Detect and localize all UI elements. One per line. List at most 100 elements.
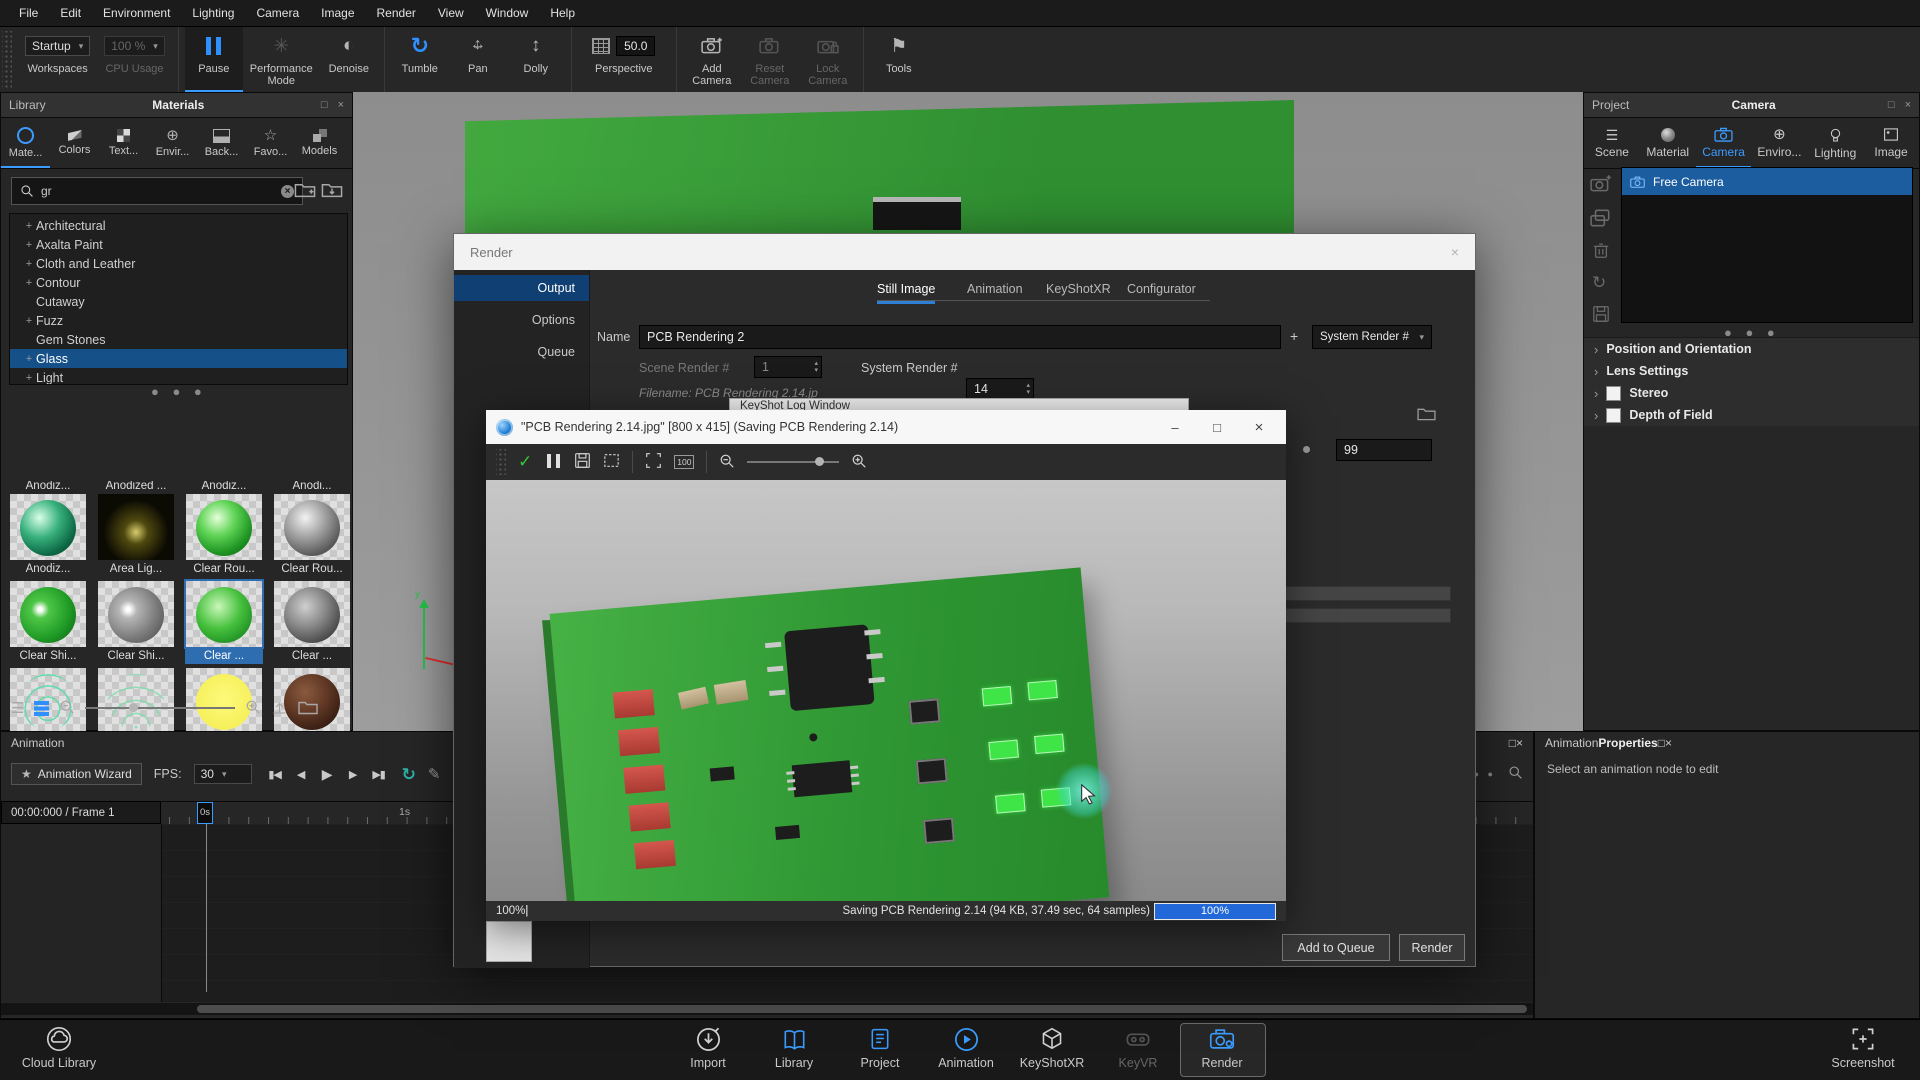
workspaces-control[interactable]: Startup▾ Workspaces bbox=[18, 27, 97, 92]
browse-folder-icon[interactable] bbox=[1417, 406, 1436, 424]
perspective-control[interactable]: 50.0 Perspective bbox=[578, 27, 670, 92]
tab-favorites[interactable]: ☆Favo... bbox=[246, 118, 295, 168]
scrollbar-thumb[interactable] bbox=[197, 1005, 1527, 1013]
material-item[interactable]: Clear Shi... bbox=[97, 581, 175, 664]
material-item[interactable]: Anodiz... bbox=[9, 494, 87, 577]
play-button[interactable]: ▶ bbox=[316, 764, 338, 784]
tab-textures[interactable]: Text... bbox=[99, 118, 148, 168]
menu-help[interactable]: Help bbox=[539, 6, 586, 20]
fit-view-icon[interactable] bbox=[645, 452, 662, 472]
clear-search-icon[interactable]: × bbox=[281, 185, 294, 198]
name-token-select[interactable]: System Render #▾ bbox=[1312, 325, 1432, 349]
tab-lighting[interactable]: Lighting bbox=[1807, 118, 1863, 168]
search-input[interactable]: gr × bbox=[11, 177, 303, 205]
render-dialog-titlebar[interactable]: Render × bbox=[454, 234, 1475, 270]
cpu-usage-control[interactable]: 100 %▾ CPU Usage bbox=[97, 27, 172, 92]
timeline-zoom-icon[interactable] bbox=[1508, 765, 1523, 783]
tree-item-glass[interactable]: +Glass bbox=[10, 349, 347, 368]
tab-keyshotxr[interactable]: KeyShotXR bbox=[1046, 279, 1111, 301]
lock-camera-button[interactable]: Lock Camera bbox=[799, 27, 857, 92]
thumbnail-size-slider[interactable] bbox=[85, 707, 235, 709]
menu-file[interactable]: File bbox=[8, 6, 49, 20]
zoom-out-icon[interactable] bbox=[719, 453, 735, 472]
dock-project[interactable]: Project bbox=[837, 1025, 923, 1070]
close-panel-icon[interactable]: × bbox=[1905, 99, 1911, 111]
folder-icon[interactable] bbox=[298, 699, 318, 718]
save-icon[interactable] bbox=[1592, 305, 1610, 326]
menu-window[interactable]: Window bbox=[475, 6, 540, 20]
menu-render[interactable]: Render bbox=[366, 6, 427, 20]
close-icon[interactable]: × bbox=[1242, 419, 1276, 436]
playhead-handle[interactable]: 0s bbox=[197, 802, 213, 824]
dock-screenshot[interactable]: Screenshot bbox=[1820, 1025, 1906, 1070]
sidebar-item-output[interactable]: Output bbox=[454, 275, 589, 301]
add-token-button[interactable]: + bbox=[1290, 328, 1298, 344]
grid-view-icon[interactable] bbox=[34, 701, 49, 716]
tab-animation[interactable]: Animation bbox=[967, 279, 1023, 301]
tab-camera[interactable]: Camera bbox=[1696, 118, 1752, 168]
dock-import[interactable]: Import bbox=[665, 1025, 751, 1070]
dock-render[interactable]: Render bbox=[1179, 1025, 1265, 1070]
section-position-orientation[interactable]: ›Position and Orientation bbox=[1584, 338, 1919, 360]
duplicate-camera-icon[interactable] bbox=[1590, 209, 1612, 230]
toolbar-drag-handle[interactable] bbox=[2, 31, 12, 88]
pause-button[interactable]: Pause bbox=[185, 27, 243, 92]
maximize-icon[interactable]: □ bbox=[1200, 420, 1234, 435]
close-icon[interactable]: × bbox=[1451, 244, 1459, 260]
render-button[interactable]: Render bbox=[1399, 934, 1465, 961]
material-item[interactable]: Clear Rou... bbox=[273, 494, 351, 577]
list-view-icon[interactable]: ☰ bbox=[11, 701, 24, 716]
scene-render-spinner[interactable]: 1▴▾ bbox=[754, 356, 822, 378]
tree-item-gem-stones[interactable]: Gem Stones bbox=[10, 330, 347, 349]
tab-image[interactable]: Image bbox=[1863, 118, 1919, 168]
camera-item-free-camera[interactable]: Free Camera bbox=[1622, 168, 1912, 195]
add-to-queue-button[interactable]: Add to Queue bbox=[1282, 934, 1390, 961]
zoom-slider[interactable] bbox=[747, 461, 839, 463]
material-item[interactable]: Clear Rou... bbox=[185, 494, 263, 577]
menu-camera[interactable]: Camera bbox=[245, 6, 310, 20]
section-depth-of-field[interactable]: ›Depth of Field bbox=[1584, 404, 1919, 426]
tab-material[interactable]: Material bbox=[1640, 118, 1696, 168]
folder-add-icon[interactable] bbox=[294, 181, 316, 201]
zoom-100-icon[interactable]: 100 bbox=[674, 455, 694, 469]
add-camera-button[interactable]: Add Camera bbox=[683, 27, 741, 92]
zoom-in-icon[interactable] bbox=[851, 453, 867, 472]
skip-start-button[interactable]: ▮◀ bbox=[264, 764, 286, 784]
menu-edit[interactable]: Edit bbox=[49, 6, 92, 20]
close-panel-icon[interactable]: × bbox=[1516, 736, 1523, 750]
step-back-button[interactable]: ◀ bbox=[290, 764, 312, 784]
loop-icon[interactable]: ↻ bbox=[402, 766, 416, 783]
depth-of-field-checkbox[interactable] bbox=[1606, 408, 1621, 423]
delete-icon[interactable] bbox=[1592, 241, 1610, 262]
menu-image[interactable]: Image bbox=[310, 6, 365, 20]
menu-environment[interactable]: Environment bbox=[92, 6, 181, 20]
refresh-icon[interactable]: ↻ bbox=[1592, 273, 1606, 293]
tools-button[interactable]: ⚑ Tools bbox=[870, 27, 928, 92]
sidebar-item-queue[interactable]: Queue bbox=[454, 339, 589, 365]
zoom-in-icon[interactable] bbox=[245, 699, 261, 718]
skip-end-button[interactable]: ▶▮ bbox=[368, 764, 390, 784]
tree-item-cloth-and-leather[interactable]: +Cloth and Leather bbox=[10, 254, 347, 273]
material-item[interactable]: Clear ... bbox=[273, 581, 351, 664]
float-panel-icon[interactable]: □ bbox=[1658, 736, 1665, 750]
system-render-spinner[interactable]: 14▴▾ bbox=[966, 378, 1034, 400]
dock-animation[interactable]: Animation bbox=[923, 1025, 1009, 1070]
slider-knob[interactable] bbox=[1303, 446, 1310, 453]
tree-item-fuzz[interactable]: +Fuzz bbox=[10, 311, 347, 330]
horizontal-scrollbar[interactable] bbox=[1, 1003, 1533, 1015]
pan-button[interactable]: ↔↕ Pan bbox=[449, 27, 507, 92]
add-camera-icon[interactable] bbox=[1590, 175, 1612, 196]
tab-configurator[interactable]: Configurator bbox=[1127, 279, 1196, 301]
material-item[interactable]: Area Lig... bbox=[97, 494, 175, 577]
tree-item-light[interactable]: +Light bbox=[10, 368, 347, 385]
tab-backplates[interactable]: Back... bbox=[197, 118, 246, 168]
tumble-button[interactable]: ↻ Tumble bbox=[391, 27, 449, 92]
float-panel-icon[interactable]: □ bbox=[1888, 99, 1895, 111]
animation-wizard-button[interactable]: ★ Animation Wizard bbox=[11, 763, 142, 785]
render-name-input[interactable]: PCB Rendering 2 bbox=[639, 325, 1281, 349]
close-panel-icon[interactable]: × bbox=[1665, 736, 1672, 750]
pause-render-icon[interactable] bbox=[544, 454, 562, 471]
fps-select[interactable]: 30▾ bbox=[194, 764, 252, 784]
stereo-checkbox[interactable] bbox=[1606, 386, 1621, 401]
tab-environments[interactable]: ⊕Envir... bbox=[148, 118, 197, 168]
